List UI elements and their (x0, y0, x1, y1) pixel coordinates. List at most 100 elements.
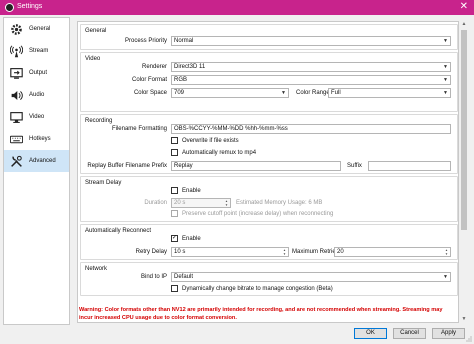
sidebar-item-label: Stream (29, 48, 49, 54)
checkbox-box[interactable] (171, 210, 178, 217)
renderer-label: Renderer (141, 64, 167, 70)
suffix-label: Suffix (347, 163, 362, 169)
checkmark-icon[interactable]: ✓ (171, 235, 178, 242)
retry-delay-input[interactable]: 10 s ▲ ▼ (171, 247, 289, 257)
title-bar: Settings ✕ (0, 0, 474, 15)
cancel-button[interactable]: Cancel (393, 328, 426, 339)
stream-delay-enable-label: Enable (182, 187, 201, 194)
dynamic-bitrate-checkbox[interactable]: Dynamically change bitrate to manage con… (171, 285, 333, 292)
network-group: Network Bind to IP Default ▼ Dynamically… (80, 262, 458, 296)
checkbox-box[interactable] (171, 187, 178, 194)
remux-checkbox[interactable]: Automatically remux to mp4 (171, 149, 256, 156)
sidebar-item-label: Audio (29, 92, 45, 98)
process-priority-select[interactable]: Normal ▼ (171, 36, 451, 46)
color-format-warning: Warning: Color formats other than NV12 a… (79, 307, 443, 321)
stream-delay-group: Stream Delay Enable Duration 20 s ▲ ▼ Est… (80, 176, 458, 222)
duration-value: 20 s (174, 200, 186, 206)
network-group-title: Network (85, 266, 108, 272)
memory-usage-text: Estimated Memory Usage: 6 MB (236, 200, 323, 206)
auto-reconnect-enable-checkbox[interactable]: ✓ Enable (171, 235, 201, 242)
color-space-select[interactable]: 709 ▼ (171, 88, 289, 98)
scroll-up-icon[interactable]: ▲ (460, 21, 468, 28)
sidebar-item-label: Video (29, 114, 45, 120)
dynamic-bitrate-label: Dynamically change bitrate to manage con… (182, 285, 333, 292)
scroll-down-icon[interactable]: ▼ (460, 316, 468, 323)
chevron-down-icon: ▼ (443, 64, 448, 70)
apply-button[interactable]: Apply (432, 328, 465, 339)
color-format-value: RGB (174, 77, 188, 83)
color-format-label: Color Format (131, 77, 167, 83)
sidebar-item-output[interactable]: Output (4, 62, 69, 84)
chevron-down-icon: ▼ (443, 274, 448, 280)
bind-ip-value: Default (174, 274, 194, 280)
spin-arrows-icon[interactable]: ▲ ▼ (282, 248, 287, 256)
sidebar-item-audio[interactable]: Audio (4, 84, 69, 106)
recording-group-title: Recording (85, 118, 113, 124)
ok-button[interactable]: OK (354, 328, 387, 339)
duration-input[interactable]: 20 s ▲ ▼ (171, 198, 231, 208)
preserve-cutoff-checkbox[interactable]: Preserve cutoff point (increase delay) w… (171, 210, 333, 217)
auto-reconnect-group-title: Automatically Reconnect (85, 228, 152, 234)
color-range-select[interactable]: Full ▼ (328, 88, 451, 98)
chevron-down-icon: ▼ (443, 77, 448, 83)
close-icon[interactable]: ✕ (460, 1, 468, 13)
filename-formatting-input[interactable]: OBS-%CCYY-%MM-%DD %hh-%mm-%ss (171, 124, 451, 134)
general-group: General Process Priority Normal ▼ (80, 24, 458, 50)
remux-label: Automatically remux to mp4 (182, 149, 257, 156)
video-group-title: Video (85, 56, 101, 62)
tools-icon (9, 154, 23, 168)
speaker-icon (9, 88, 23, 102)
general-group-title: General (85, 28, 107, 34)
color-format-select[interactable]: RGB ▼ (171, 75, 451, 85)
checkbox-box[interactable] (171, 137, 178, 144)
chevron-down-icon: ▼ (443, 90, 448, 96)
retry-delay-label: Retry Delay (135, 249, 167, 255)
sidebar-item-label: General (29, 26, 51, 32)
sidebar-item-video[interactable]: Video (4, 106, 69, 128)
bind-ip-select[interactable]: Default ▼ (171, 272, 451, 282)
scrollbar-thumb[interactable] (461, 30, 467, 230)
spin-arrows-icon[interactable]: ▲ ▼ (444, 248, 449, 256)
sidebar-item-stream[interactable]: Stream (4, 40, 69, 62)
preserve-cutoff-label: Preserve cutoff point (increase delay) w… (182, 210, 334, 217)
color-range-label: Color Range (296, 90, 330, 96)
color-space-label: Color Space (133, 90, 167, 96)
overwrite-checkbox[interactable]: Overwrite if file exists (171, 137, 239, 144)
recording-group: Recording Filename Formatting OBS-%CCYY-… (80, 114, 458, 174)
bind-ip-label: Bind to IP (140, 274, 167, 280)
renderer-select[interactable]: Direct3D 11 ▼ (171, 62, 451, 72)
auto-reconnect-enable-label: Enable (182, 235, 201, 242)
retry-delay-value: 10 s (174, 249, 186, 255)
broadcast-icon (9, 44, 23, 58)
chevron-down-icon: ▼ (281, 90, 286, 96)
keyboard-icon (9, 132, 23, 146)
window-title: Settings (17, 3, 43, 10)
monitor-icon (9, 110, 23, 124)
stream-delay-enable-checkbox[interactable]: Enable (171, 187, 201, 194)
advanced-settings-panel: General Process Priority Normal ▼ Video … (77, 21, 459, 323)
duration-label: Duration (144, 200, 167, 206)
max-retries-label: Maximum Retries (292, 249, 339, 255)
replay-prefix-input[interactable]: Replay (171, 161, 341, 171)
resize-grip-icon[interactable] (466, 336, 472, 342)
process-priority-label: Process Priority (124, 38, 167, 44)
chevron-down-icon: ▼ (443, 38, 448, 44)
sidebar-item-label: Output (29, 70, 48, 76)
max-retries-value: 20 (337, 249, 344, 255)
checkbox-box[interactable] (171, 285, 178, 292)
suffix-input[interactable] (368, 161, 451, 171)
renderer-value: Direct3D 11 (174, 64, 206, 70)
sidebar-item-label: Hotkeys (29, 136, 51, 142)
output-icon (9, 66, 23, 80)
max-retries-input[interactable]: 20 ▲ ▼ (334, 247, 451, 257)
stream-delay-group-title: Stream Delay (85, 180, 122, 186)
spin-arrows-icon[interactable]: ▲ ▼ (224, 199, 229, 207)
sidebar-item-general[interactable]: General (4, 18, 69, 40)
sidebar-item-hotkeys[interactable]: Hotkeys (4, 128, 69, 150)
filename-formatting-label: Filename Formatting (111, 126, 167, 132)
checkbox-box[interactable] (171, 149, 178, 156)
color-range-value: Full (331, 90, 341, 96)
panel-scrollbar[interactable]: ▲ ▼ (460, 21, 468, 323)
sidebar-item-advanced[interactable]: Advanced (4, 150, 69, 172)
overwrite-label: Overwrite if file exists (182, 137, 239, 144)
